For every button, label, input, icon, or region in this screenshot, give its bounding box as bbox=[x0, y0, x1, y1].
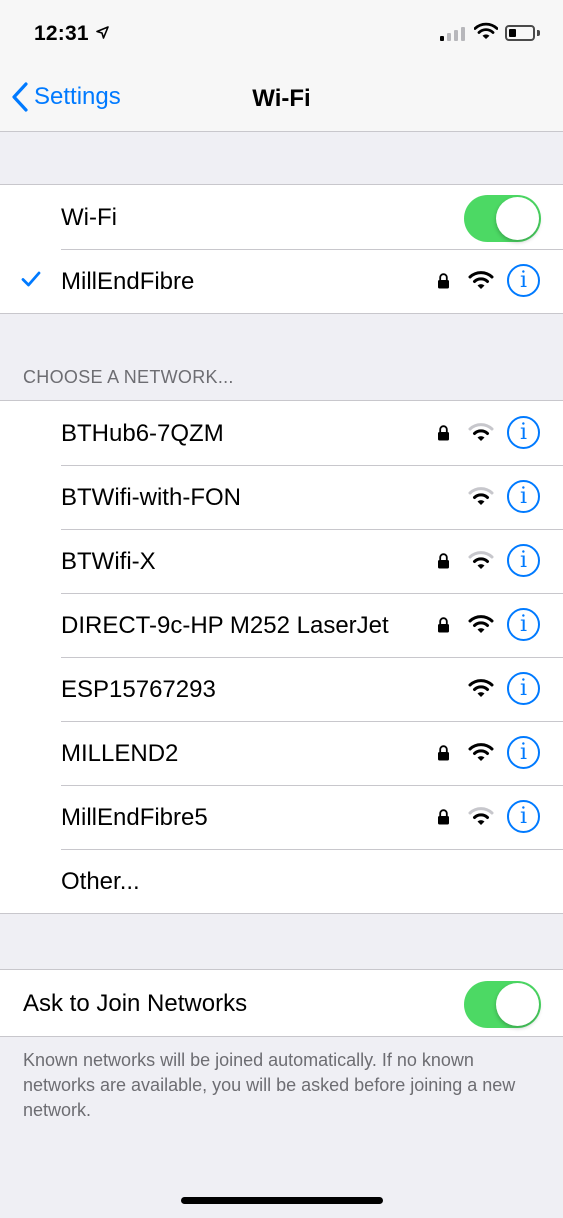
info-button[interactable]: i bbox=[507, 800, 540, 833]
network-row[interactable]: BTWifi-with-FON i bbox=[0, 465, 563, 529]
wifi-group: Wi-Fi MillEndFibre i bbox=[0, 184, 563, 314]
info-button[interactable]: i bbox=[507, 672, 540, 705]
status-time: 12:31 bbox=[34, 22, 89, 45]
network-row[interactable]: BTWifi-X i bbox=[0, 529, 563, 593]
location-arrow-icon bbox=[96, 26, 109, 39]
wifi-weak-icon bbox=[468, 551, 494, 569]
network-name: DIRECT-9c-HP M252 LaserJet bbox=[61, 612, 389, 639]
section-header: CHOOSE A NETWORK... bbox=[23, 367, 234, 387]
connected-network-name: MillEndFibre bbox=[61, 268, 195, 295]
wifi-strong-icon bbox=[468, 271, 494, 289]
lock-icon bbox=[438, 745, 449, 761]
network-name: MILLEND2 bbox=[61, 740, 179, 767]
status-bar: 12:31 bbox=[0, 0, 563, 66]
battery-icon bbox=[505, 25, 535, 41]
cellular-signal-icon bbox=[440, 27, 465, 41]
other-network-label: Other... bbox=[61, 868, 140, 895]
lock-icon bbox=[438, 425, 449, 441]
ask-to-join-label: Ask to Join Networks bbox=[23, 990, 248, 1017]
wifi-strong-icon bbox=[468, 743, 494, 761]
lock-icon bbox=[438, 809, 449, 825]
network-name: BTWifi-X bbox=[61, 548, 156, 575]
info-button[interactable]: i bbox=[507, 480, 540, 513]
network-row[interactable]: MILLEND2 i bbox=[0, 721, 563, 785]
ask-to-join-row: Ask to Join Networks bbox=[0, 970, 563, 1036]
network-name: BTWifi-with-FON bbox=[61, 484, 241, 511]
other-network-row[interactable]: Other... bbox=[0, 849, 563, 913]
ask-to-join-toggle[interactable] bbox=[464, 981, 541, 1028]
network-name: ESP15767293 bbox=[61, 676, 216, 703]
wifi-weak-icon bbox=[468, 807, 494, 825]
info-button[interactable]: i bbox=[507, 544, 540, 577]
connected-network-row[interactable]: MillEndFibre i bbox=[0, 249, 563, 313]
lock-icon bbox=[438, 553, 449, 569]
navigation-bar: Settings Wi-Fi bbox=[0, 66, 563, 132]
wifi-strong-icon bbox=[468, 679, 494, 697]
network-row[interactable]: MillEndFibre5 i bbox=[0, 785, 563, 849]
network-name: MillEndFibre5 bbox=[61, 804, 208, 831]
lock-icon bbox=[438, 273, 449, 289]
wifi-weak-icon bbox=[468, 423, 494, 441]
ask-to-join-group: Ask to Join Networks bbox=[0, 969, 563, 1037]
wifi-toggle[interactable] bbox=[464, 195, 541, 242]
network-name: BTHub6-7QZM bbox=[61, 420, 224, 447]
checkmark-icon bbox=[21, 271, 41, 287]
wifi-weak-icon bbox=[468, 487, 494, 505]
network-list: BTHub6-7QZM i BTWifi-with-FON i BTWifi-X… bbox=[0, 400, 563, 914]
wifi-strong-icon bbox=[468, 615, 494, 633]
wifi-toggle-label: Wi-Fi bbox=[61, 204, 117, 231]
home-indicator[interactable] bbox=[181, 1197, 383, 1204]
info-button[interactable]: i bbox=[507, 608, 540, 641]
wifi-icon bbox=[474, 22, 498, 39]
wifi-toggle-row: Wi-Fi bbox=[0, 185, 563, 249]
network-row[interactable]: ESP15767293 i bbox=[0, 657, 563, 721]
network-row[interactable]: BTHub6-7QZM i bbox=[0, 401, 563, 465]
info-button[interactable]: i bbox=[507, 264, 540, 297]
page-title: Wi-Fi bbox=[252, 85, 311, 112]
footer-note: Known networks will be joined automatica… bbox=[23, 1050, 516, 1120]
network-row[interactable]: DIRECT-9c-HP M252 LaserJet i bbox=[0, 593, 563, 657]
battery-nub bbox=[537, 30, 540, 36]
info-button[interactable]: i bbox=[507, 736, 540, 769]
info-button[interactable]: i bbox=[507, 416, 540, 449]
lock-icon bbox=[438, 617, 449, 633]
